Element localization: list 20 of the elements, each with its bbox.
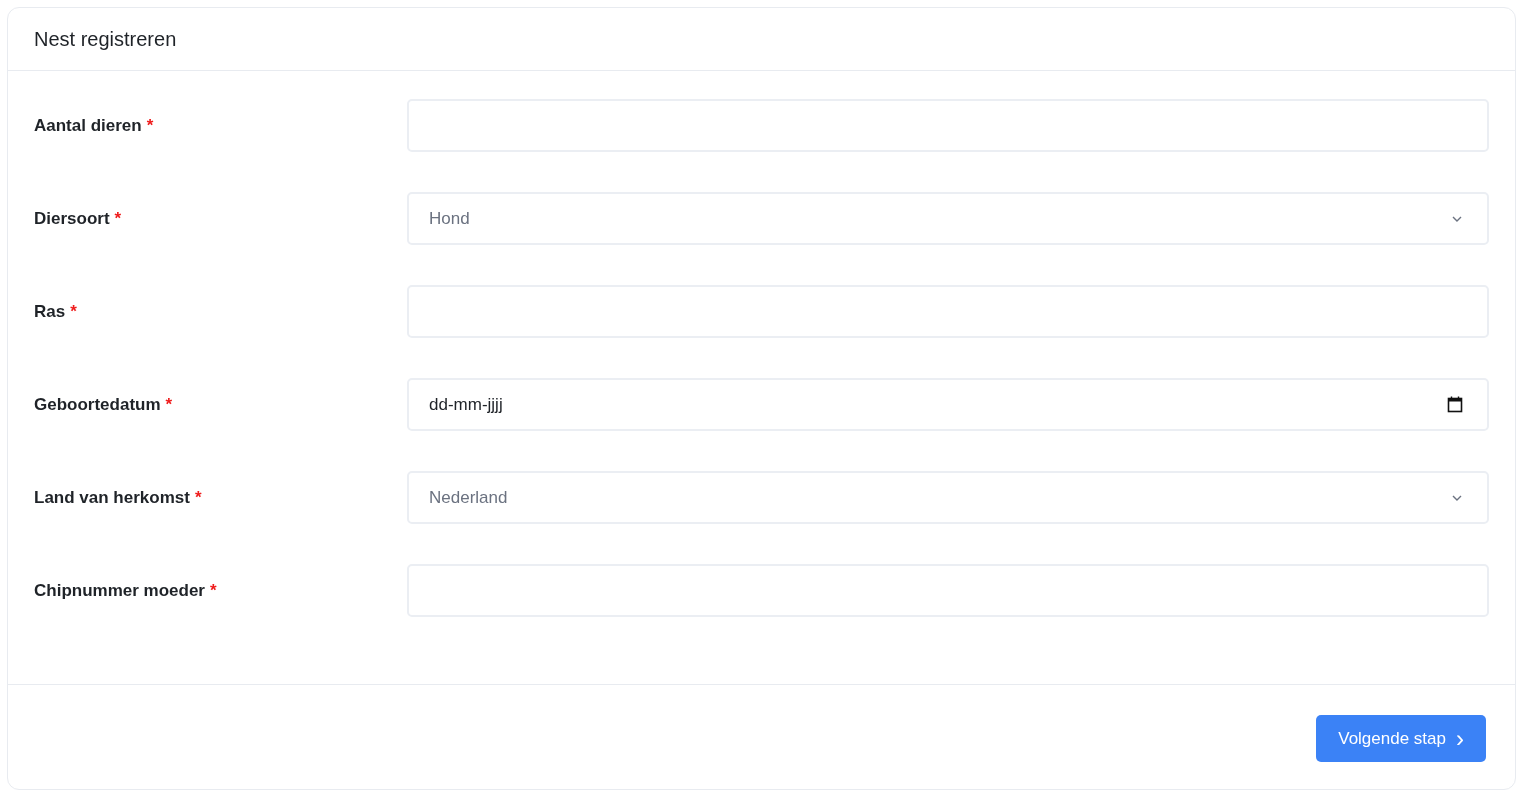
field-label: Geboortedatum: [34, 394, 161, 415]
required-mark: *: [210, 580, 217, 601]
required-mark: *: [70, 301, 77, 322]
field-label: Diersoort: [34, 208, 110, 229]
chevron-down-icon: [1451, 214, 1463, 223]
field-label: Chipnummer moeder: [34, 580, 205, 601]
required-mark: *: [194, 487, 202, 508]
select-field[interactable]: Nederland: [407, 471, 1489, 524]
field-label: Land van herkomst: [34, 487, 190, 508]
field-label: Aantal dieren: [34, 115, 142, 136]
select-field[interactable]: Hond: [407, 192, 1489, 245]
required-mark: *: [146, 115, 154, 136]
next-step-button[interactable]: Volgende stap ›: [1316, 715, 1486, 762]
date-field[interactable]: dd-mm-jjjj: [407, 378, 1489, 431]
required-mark: *: [165, 394, 173, 415]
required-mark: *: [114, 208, 122, 229]
chevron-down-icon: [1451, 493, 1463, 502]
card-title: Nest registreren: [34, 27, 177, 51]
calendar-icon[interactable]: [1447, 396, 1463, 413]
field-label: Ras: [34, 301, 66, 322]
